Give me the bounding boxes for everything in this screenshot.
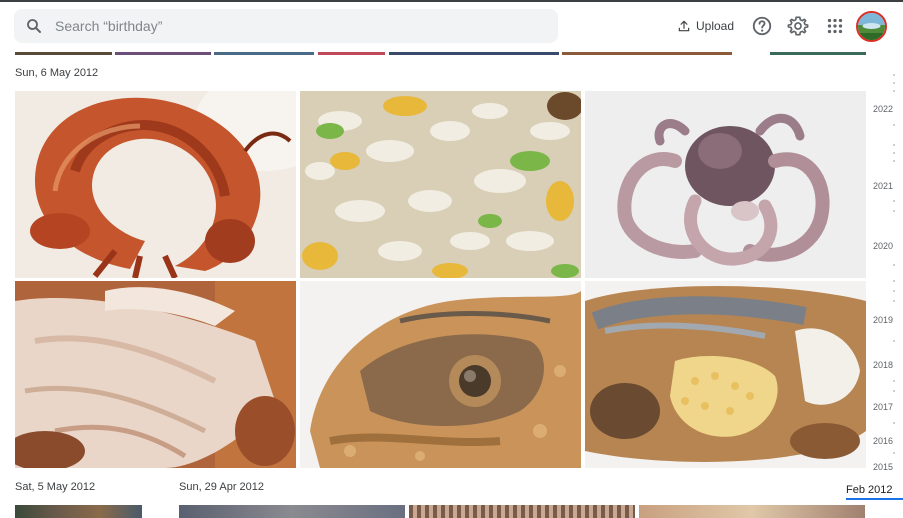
photo-image bbox=[585, 281, 866, 468]
timeline-tick bbox=[893, 74, 895, 76]
upload-button[interactable]: Upload bbox=[677, 14, 734, 38]
timeline-tick bbox=[893, 300, 895, 302]
timeline-tick bbox=[893, 152, 895, 154]
timeline-tick bbox=[893, 452, 895, 454]
timeline-tick bbox=[893, 144, 895, 146]
timeline-tick bbox=[893, 160, 895, 162]
timeline-tick bbox=[893, 210, 895, 212]
photo-tile[interactable] bbox=[179, 505, 405, 518]
photo-tile[interactable] bbox=[585, 281, 866, 468]
help-icon[interactable] bbox=[751, 15, 773, 37]
photo-tile[interactable] bbox=[300, 91, 581, 278]
apps-grid-icon[interactable] bbox=[824, 15, 846, 37]
photo-tile[interactable] bbox=[15, 505, 142, 518]
timeline-current-date: Feb 2012 bbox=[846, 484, 893, 496]
photo-tile[interactable] bbox=[15, 281, 296, 468]
photo-tile[interactable] bbox=[585, 91, 866, 278]
photo-image bbox=[300, 91, 581, 278]
timeline-year[interactable]: 2019 bbox=[873, 315, 893, 325]
photo-image bbox=[585, 91, 866, 278]
date-header[interactable]: Sat, 5 May 2012 bbox=[15, 481, 95, 493]
gear-icon[interactable] bbox=[787, 15, 809, 37]
timeline-tick bbox=[893, 90, 895, 92]
timeline-year[interactable]: 2020 bbox=[873, 241, 893, 251]
timeline-tick bbox=[893, 124, 895, 126]
timeline-tick bbox=[893, 290, 895, 292]
photo-image bbox=[300, 281, 581, 468]
timeline-tick bbox=[893, 280, 895, 282]
timeline-tick bbox=[893, 390, 895, 392]
search-box[interactable]: Search “birthday” bbox=[14, 9, 558, 43]
photo-tile[interactable] bbox=[300, 281, 581, 468]
avatar-image bbox=[858, 13, 885, 40]
timeline-tick bbox=[893, 200, 895, 202]
timeline-year[interactable]: 2016 bbox=[873, 436, 893, 446]
upload-icon bbox=[678, 20, 690, 32]
photo-tile[interactable] bbox=[15, 91, 296, 278]
top-bar: Search “birthday” Upload bbox=[0, 0, 903, 52]
timeline-year[interactable]: 2021 bbox=[873, 181, 893, 191]
timeline-year[interactable]: 2022 bbox=[873, 104, 893, 114]
search-input[interactable]: Search “birthday” bbox=[55, 18, 162, 34]
timeline-tick bbox=[893, 82, 895, 84]
date-header[interactable]: Sun, 6 May 2012 bbox=[15, 67, 98, 79]
timeline-year[interactable]: 2015 bbox=[873, 462, 893, 472]
date-header[interactable]: Sun, 29 Apr 2012 bbox=[179, 481, 264, 493]
timeline-tick bbox=[893, 264, 895, 266]
search-icon[interactable] bbox=[25, 17, 43, 35]
timeline-tick bbox=[893, 380, 895, 382]
timeline-year[interactable]: 2018 bbox=[873, 360, 893, 370]
account-avatar[interactable] bbox=[856, 11, 887, 42]
photo-tile[interactable] bbox=[409, 505, 635, 518]
photo-tile[interactable] bbox=[639, 505, 865, 518]
photo-image bbox=[15, 281, 296, 468]
timeline-current-indicator bbox=[846, 498, 903, 500]
window-top-border bbox=[0, 0, 903, 2]
upload-label: Upload bbox=[696, 19, 735, 33]
photo-image bbox=[15, 91, 296, 278]
timeline-tick bbox=[893, 340, 895, 342]
timeline-year[interactable]: 2017 bbox=[873, 402, 893, 412]
timeline-tick bbox=[893, 422, 895, 424]
